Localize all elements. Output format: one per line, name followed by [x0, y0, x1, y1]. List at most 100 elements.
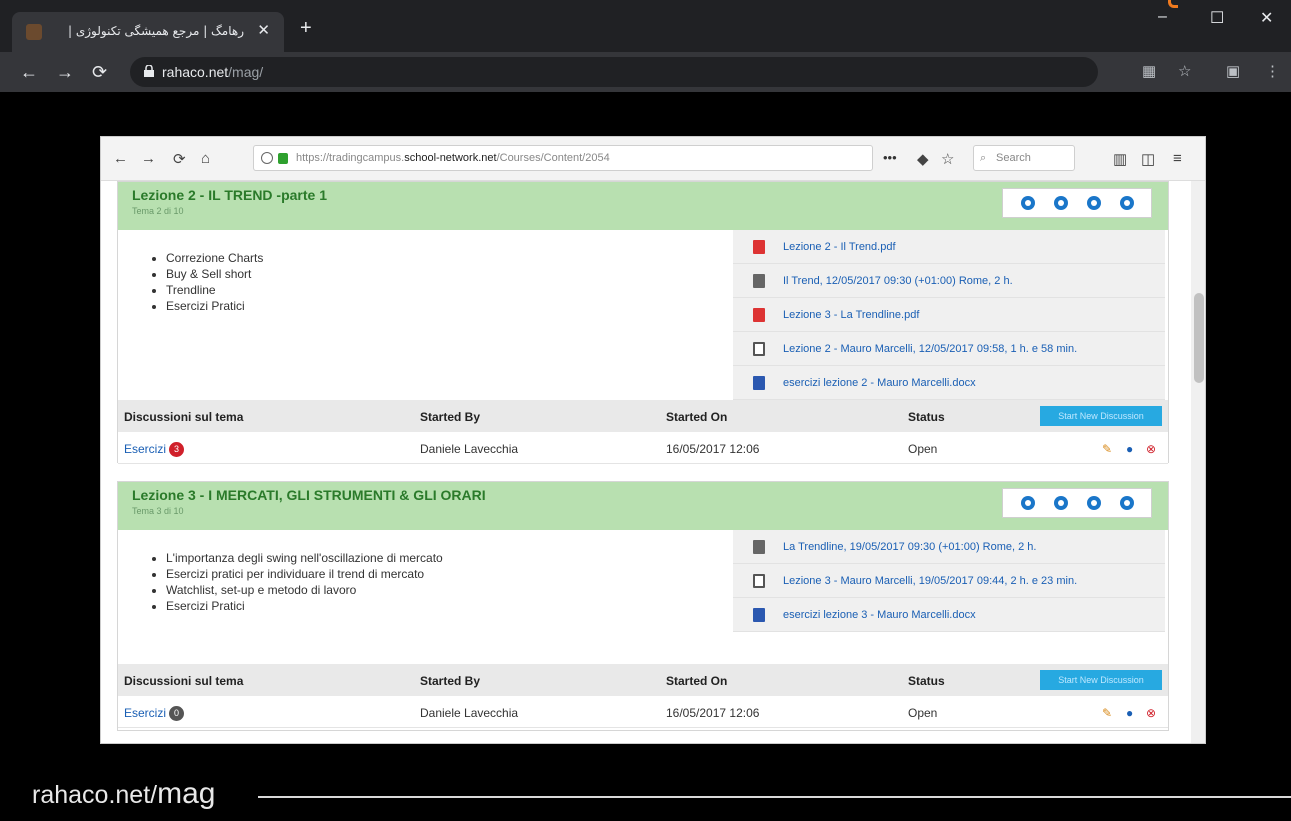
lock-icon	[144, 65, 154, 77]
resource-label: esercizi lezione 2 - Mauro Marcelli.docx	[783, 377, 976, 389]
action-circle-icon[interactable]	[1021, 496, 1035, 510]
bookmark-star-icon[interactable]: ☆	[1178, 62, 1191, 80]
minimize-button[interactable]: –	[1158, 8, 1167, 26]
browser-tab[interactable]: رهامگ | مرجع همیشگی تکنولوژی | ✕	[12, 12, 284, 52]
topic-item: L'importanza degli swing nell'oscillazio…	[166, 550, 443, 566]
action-circle-icon[interactable]	[1021, 196, 1035, 210]
resource-item[interactable]: La Trendline, 19/05/2017 09:30 (+01:00) …	[733, 530, 1165, 564]
back-arrow-icon[interactable]: ←	[20, 62, 38, 82]
page-actions-icon[interactable]: •••	[883, 150, 897, 165]
started-by-cell: Daniele Lavecchia	[420, 442, 519, 456]
reload-icon[interactable]: ⟳	[92, 62, 107, 82]
inner-url: https://tradingcampus.school-network.net…	[296, 152, 610, 164]
resource-label: Lezione 3 - Mauro Marcelli, 19/05/2017 0…	[783, 575, 1078, 587]
lesson-body: L'importanza degli swing nell'oscillazio…	[118, 530, 1168, 660]
action-circle-icon[interactable]	[1054, 196, 1068, 210]
inner-home-icon[interactable]: ⌂	[201, 150, 210, 167]
inner-back-icon[interactable]: ←	[113, 150, 128, 167]
inner-search-field[interactable]: ⌕ Search	[973, 145, 1075, 171]
close-window-button[interactable]: ✕	[1260, 8, 1273, 28]
site-watermark: rahaco.net/mag	[32, 777, 216, 810]
resource-item[interactable]: Lezione 2 - Il Trend.pdf	[733, 230, 1165, 264]
started-by-cell: Daniele Lavecchia	[420, 706, 519, 720]
resource-item[interactable]: Lezione 3 - La Trendline.pdf	[733, 298, 1165, 332]
discussion-link[interactable]: Esercizi	[124, 442, 166, 456]
delete-icon[interactable]: ⊗	[1146, 706, 1156, 720]
column-header: Started By	[420, 410, 481, 424]
lesson-header: Lezione 2 - IL TREND -parte 1 Tema 2 di …	[118, 182, 1168, 230]
lesson-subtitle: Tema 2 di 10	[132, 206, 184, 216]
topic-item: Buy & Sell short	[166, 266, 263, 282]
start-new-discussion-button[interactable]: Start New Discussion	[1040, 406, 1162, 426]
resource-item[interactable]: Il Trend, 12/05/2017 09:30 (+01:00) Rome…	[733, 264, 1165, 298]
translate-icon[interactable]: ▦	[1142, 62, 1156, 80]
resource-label: Lezione 3 - La Trendline.pdf	[783, 309, 920, 321]
tab-close-icon[interactable]: ✕	[257, 21, 270, 39]
discussion-cell: Esercizi 0	[124, 706, 185, 722]
info-icon	[261, 152, 273, 164]
resource-item[interactable]: Lezione 3 - Mauro Marcelli, 19/05/2017 0…	[733, 564, 1165, 598]
video-icon	[753, 574, 765, 588]
lesson-title[interactable]: Lezione 2 - IL TREND -parte 1	[132, 187, 327, 203]
action-circle-icon[interactable]	[1054, 496, 1068, 510]
address-bar[interactable]: rahaco.net/mag/	[130, 57, 1098, 87]
maximize-button[interactable]: ☐	[1210, 8, 1224, 28]
topic-item: Esercizi Pratici	[166, 298, 263, 314]
resource-item[interactable]: esercizi lezione 3 - Mauro Marcelli.docx	[733, 598, 1165, 632]
inner-address-bar[interactable]: https://tradingcampus.school-network.net…	[253, 145, 873, 171]
topic-list: L'importanza degli swing nell'oscillazio…	[152, 550, 443, 614]
tab-title: رهامگ | مرجع همیشگی تکنولوژی |	[67, 24, 244, 38]
lock-icon[interactable]: ●	[1126, 442, 1133, 456]
topic-list: Correzione Charts Buy & Sell short Trend…	[152, 250, 263, 314]
edit-icon[interactable]: ✎	[1102, 706, 1112, 720]
browser-toolbar: ← → ⟳ rahaco.net/mag/ ▦ ☆ ▣ ⋮	[0, 52, 1291, 92]
resource-list: Lezione 2 - Il Trend.pdf Il Trend, 12/05…	[733, 230, 1165, 400]
inner-forward-icon[interactable]: →	[141, 150, 156, 167]
start-new-discussion-button[interactable]: Start New Discussion	[1040, 670, 1162, 690]
calendar-icon	[753, 540, 765, 554]
browser-tab-bar: رهامگ | مرجع همیشگی تکنولوژی | ✕ + – ☐ ✕	[0, 0, 1291, 52]
orange-accent-mark	[1168, 0, 1178, 8]
embedded-screenshot: ← → ⟳ ⌂ https://tradingcampus.school-net…	[100, 136, 1206, 744]
status-cell: Open	[908, 442, 938, 456]
started-on-cell: 16/05/2017 12:06	[666, 706, 760, 720]
resource-label: esercizi lezione 3 - Mauro Marcelli.docx	[783, 609, 976, 621]
column-header: Discussioni sul tema	[124, 410, 244, 424]
scroll-thumb[interactable]	[1194, 293, 1204, 383]
action-circle-icon[interactable]	[1120, 496, 1134, 510]
resource-label: Lezione 2 - Mauro Marcelli, 12/05/2017 0…	[783, 343, 1078, 355]
discussion-link[interactable]: Esercizi	[124, 706, 166, 720]
lock-icon[interactable]: ●	[1126, 706, 1133, 720]
library-icon[interactable]: ▥	[1113, 150, 1127, 168]
table-row: Esercizi 0 Daniele Lavecchia 16/05/2017 1…	[118, 696, 1168, 728]
edit-icon[interactable]: ✎	[1102, 442, 1112, 456]
lesson-title[interactable]: Lezione 3 - I MERCATI, GLI STRUMENTI & G…	[132, 487, 486, 503]
new-tab-button[interactable]: +	[300, 18, 312, 38]
forward-arrow-icon[interactable]: →	[56, 62, 74, 82]
action-circle-icon[interactable]	[1120, 196, 1134, 210]
hamburger-menu-icon[interactable]: ≡	[1173, 150, 1182, 167]
column-header: Started On	[666, 674, 728, 688]
delete-icon[interactable]: ⊗	[1146, 442, 1156, 456]
pdf-icon	[753, 308, 765, 322]
action-circle-icon[interactable]	[1087, 196, 1101, 210]
menu-kebab-icon[interactable]: ⋮	[1265, 62, 1280, 80]
inner-reload-icon[interactable]: ⟳	[173, 150, 186, 168]
pocket-icon[interactable]: ◆	[917, 150, 929, 168]
extension-icon[interactable]: ▣	[1226, 62, 1240, 80]
topic-item: Esercizi pratici per individuare il tren…	[166, 566, 443, 582]
site-favicon-icon	[26, 24, 42, 40]
sidebar-icon[interactable]: ◫	[1141, 150, 1155, 168]
inner-bookmark-star-icon[interactable]: ☆	[941, 150, 954, 168]
action-circle-icon[interactable]	[1087, 496, 1101, 510]
resource-list: La Trendline, 19/05/2017 09:30 (+01:00) …	[733, 530, 1165, 632]
resource-item[interactable]: Lezione 2 - Mauro Marcelli, 12/05/2017 0…	[733, 332, 1165, 366]
status-cell: Open	[908, 706, 938, 720]
resource-label: Lezione 2 - Il Trend.pdf	[783, 241, 896, 253]
topic-item: Correzione Charts	[166, 250, 263, 266]
discussion-header: Discussioni sul tema Started By Started …	[118, 400, 1168, 432]
vertical-scrollbar[interactable]	[1191, 181, 1205, 743]
resource-item[interactable]: esercizi lezione 2 - Mauro Marcelli.docx	[733, 366, 1165, 400]
message-count-badge: 0	[169, 706, 185, 722]
lesson-subtitle: Tema 3 di 10	[132, 506, 184, 516]
